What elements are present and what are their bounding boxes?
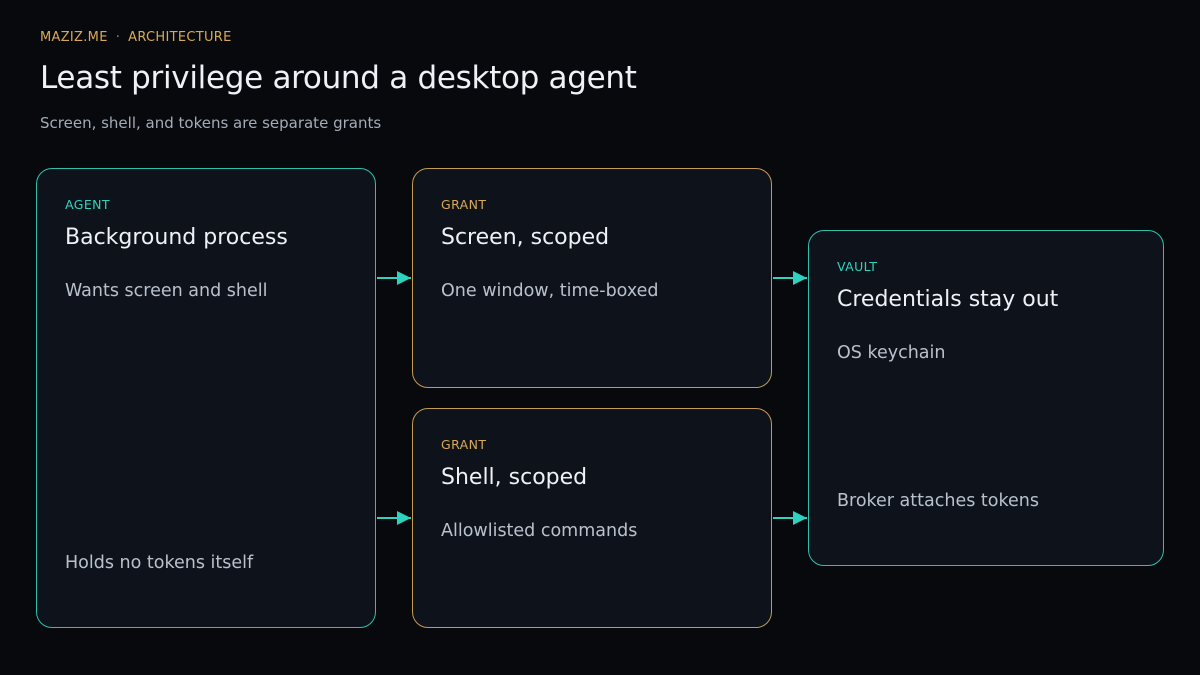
arrow-right-icon <box>377 271 411 285</box>
arrow-right-icon <box>377 511 411 525</box>
arrow-right-icon <box>773 511 807 525</box>
connector-arrows <box>377 271 807 525</box>
arrow-right-icon <box>773 271 807 285</box>
